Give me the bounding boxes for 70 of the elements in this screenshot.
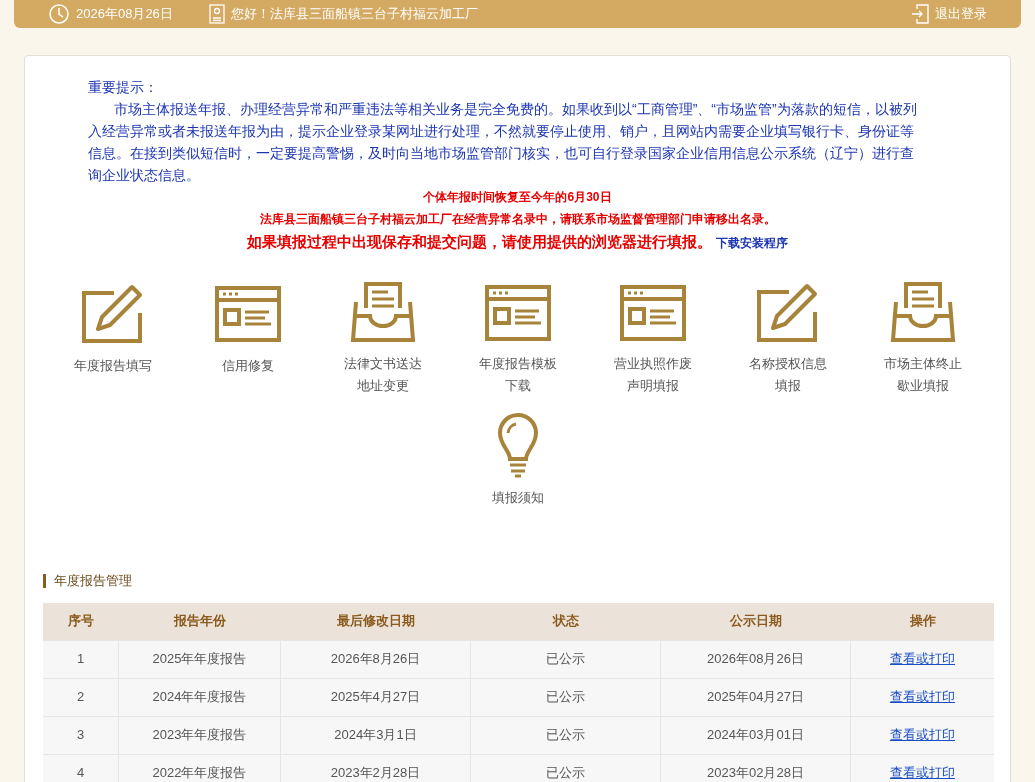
- feature-tile[interactable]: 法律文书送达 地址变更: [315, 281, 450, 397]
- table-cell: 1: [43, 640, 119, 678]
- section-title: 年度报告管理: [54, 572, 132, 590]
- id-badge-icon: [208, 4, 225, 24]
- browser-window-icon: [619, 285, 686, 341]
- lightbulb-icon: [495, 413, 540, 479]
- feature-label: 填报: [773, 377, 802, 395]
- table-cell: 2023年02月28日: [661, 754, 851, 782]
- table-cell: 2026年08月26日: [661, 640, 851, 678]
- document-tray-icon: [349, 282, 416, 344]
- table-cell: 已公示: [471, 754, 661, 782]
- table-cell: 2025年年度报告: [119, 640, 281, 678]
- table-cell: 2024年年度报告: [119, 678, 281, 716]
- browser-window-icon: [214, 286, 281, 342]
- table-cell: 2024年3月1日: [281, 716, 471, 754]
- alert-text: 法库县三面船镇三台子村福云加工厂在经营异常名录中，请联系市场监督管理部门申请移出名录。: [259, 211, 776, 228]
- feature-label: 信用修复: [221, 357, 274, 375]
- feature-label: 名称授权信息: [748, 355, 827, 373]
- table-cell: 2023年年度报告: [119, 716, 281, 754]
- greeting-text: 您好！法库县三面船镇三台子村福云加工厂: [230, 5, 478, 24]
- document-tray-icon: [889, 282, 956, 344]
- browser-window-icon: [484, 285, 551, 341]
- feature-tile[interactable]: 年度报告填写: [45, 281, 180, 397]
- column-header: 报告年份: [172, 612, 227, 631]
- feature-label: 地址变更: [355, 377, 410, 395]
- table-cell: 2022年年度报告: [119, 754, 281, 782]
- notice-title: 重要提示：: [88, 78, 159, 97]
- feature-tile[interactable]: 年度报告模板 下载: [450, 281, 585, 397]
- feature-tile[interactable]: 名称授权信息 填报: [720, 281, 855, 397]
- feature-label: 年度报告填写: [73, 357, 152, 375]
- view-print-link[interactable]: 查看或打印: [890, 725, 955, 745]
- alert-text: 个体年报时间恢复至今年的6月30日: [423, 189, 612, 206]
- view-print-link[interactable]: 查看或打印: [890, 649, 955, 669]
- column-header: 状态: [551, 612, 580, 631]
- feature-tile[interactable]: 信用修复: [180, 281, 315, 397]
- feature-label: 声明填报: [625, 377, 680, 395]
- table-cell: 2: [43, 678, 119, 716]
- table-cell: 4: [43, 754, 119, 782]
- download-link[interactable]: 下载安装程序: [716, 231, 788, 255]
- column-header: 公示日期: [729, 612, 783, 631]
- table-cell: 3: [43, 716, 119, 754]
- feature-label: 下载: [503, 377, 532, 395]
- feature-label: 填报须知: [491, 489, 544, 507]
- table-cell: 已公示: [471, 716, 661, 754]
- table-cell: 已公示: [471, 678, 661, 716]
- feature-tile[interactable]: 填报须知: [450, 413, 585, 529]
- section-marker: [43, 573, 46, 588]
- notice-paragraph: 市场主体报送年报、办理经营异常和严重违法等相关业务是完全免费的。如果收到以“工商管理”、“市场监管”为落款的短信，以被列入经营异常或者未报送年报为由，提示企业登录某网址进行处理，不然就要停止使用、销户，且网站内需要企业填写银行卡、身份证等信息。在接到类似短信时，一定要提高警惕，及时向当地市场监管部门核实，也可自行登录国家企业信用信息公示系统（辽宁）进行查询企业状态信息。: [88, 100, 917, 185]
- feature-label: 法律文书送达: [343, 355, 422, 373]
- table-cell: 2023年2月28日: [281, 754, 471, 782]
- view-print-link[interactable]: 查看或打印: [890, 687, 955, 707]
- view-print-link[interactable]: 查看或打印: [890, 763, 955, 782]
- feature-label: 市场主体终止: [883, 355, 962, 373]
- table-cell: 2025年04月27日: [661, 678, 851, 716]
- feature-label: 营业执照作废: [613, 355, 692, 373]
- table-cell: 2026年8月26日: [281, 640, 471, 678]
- feature-tile[interactable]: 市场主体终止 歇业填报: [855, 281, 990, 397]
- logout-icon: [911, 4, 929, 24]
- table-cell: 2025年4月27日: [281, 678, 471, 716]
- feature-label: 歇业填报: [895, 377, 950, 395]
- feature-label: 年度报告模板: [478, 355, 557, 373]
- date-text: 2026年08月26日: [76, 5, 173, 24]
- column-header: 操作: [908, 612, 937, 631]
- column-header: 最后修改日期: [336, 612, 416, 631]
- column-header: 序号: [67, 612, 95, 631]
- clock-icon: [48, 3, 70, 25]
- table-cell: 已公示: [471, 640, 661, 678]
- table-cell: 2024年03月01日: [661, 716, 851, 754]
- feature-tile[interactable]: 营业执照作废 声明填报: [585, 281, 720, 397]
- alert-text: 如果填报过程中出现保存和提交问题，请使用提供的浏览器进行填报。: [247, 232, 712, 252]
